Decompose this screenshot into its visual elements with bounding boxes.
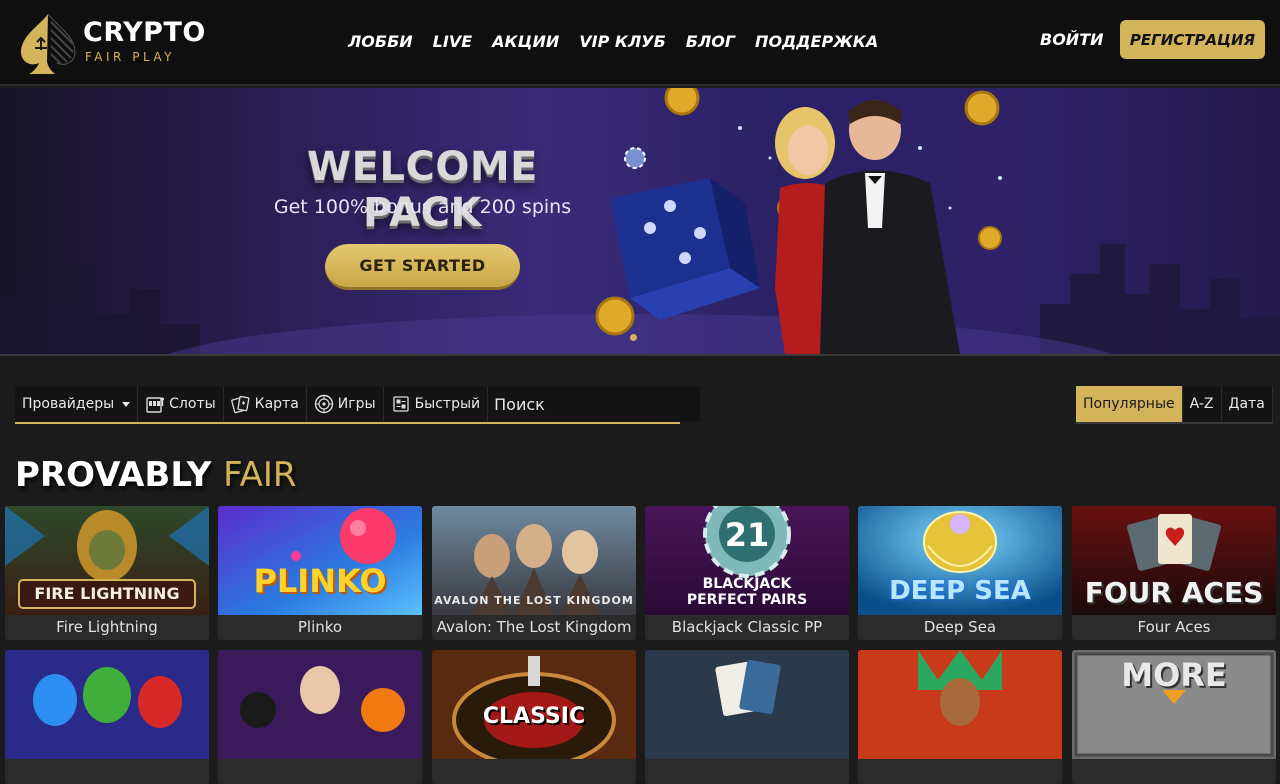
nav-lobby[interactable]: ЛОББИ (348, 30, 413, 56)
nav-blog[interactable]: БЛОГ (686, 30, 735, 56)
filter-slots[interactable]: Слоты (138, 386, 224, 422)
casino-couple-image (595, 88, 1002, 354)
sort-a-z[interactable]: A-Z (1183, 386, 1222, 422)
banner-title: WELCOME PACK (307, 144, 538, 236)
nav-promotions[interactable]: АКЦИИ (492, 30, 559, 56)
game-art-text: FIRE LIGHTNING (34, 584, 180, 603)
get-started-button[interactable]: GET STARTED (325, 244, 520, 290)
game-art-text: AVALON THE LOST KINGDOM (434, 594, 634, 607)
game-card-deep-sea[interactable]: DEEP SEA Deep Sea (858, 506, 1062, 640)
banner-pagination (630, 334, 637, 341)
sort-popular[interactable]: Популярные (1076, 386, 1183, 422)
game-thumbnail (858, 650, 1062, 759)
logo-title: CRYPTO (83, 17, 206, 48)
divider (0, 354, 1280, 356)
game-card-four-aces[interactable]: FOUR ACES Four Aces (1072, 506, 1276, 640)
roulette-icon (314, 394, 333, 414)
banner-subtitle: Get 100% bonus and 200 spins (273, 196, 572, 218)
register-button[interactable]: РЕГИСТРАЦИЯ (1120, 20, 1265, 59)
slot-machine-icon (146, 397, 165, 413)
game-card-more[interactable]: MORE (1072, 650, 1276, 784)
game-card[interactable] (858, 650, 1062, 784)
filter-games[interactable]: Игры (307, 386, 384, 422)
logo-subtitle: FAIR PLAY (85, 50, 176, 64)
site-header: CRYPTO FAIR PLAY ЛОББИ LIVE АКЦИИ VIP КЛ… (0, 0, 1280, 86)
game-card-fire-lightning[interactable]: FIRE LIGHTNING Fire Lightning (5, 506, 209, 640)
filter-cards[interactable]: Карта (224, 386, 307, 422)
game-title: Plinko (297, 618, 343, 636)
search-input[interactable] (488, 386, 701, 422)
filter-cards-label: Карта (254, 396, 299, 412)
caret-down-icon (122, 401, 131, 407)
game-thumbnail (218, 650, 422, 759)
game-filter-bar: Провайдеры Слоты Карта Игры Быстрый Поис… (15, 386, 701, 424)
filter-fast[interactable]: Быстрый (384, 386, 489, 422)
spade-logo-icon (21, 13, 76, 74)
section-title-accent: FAIR (223, 455, 297, 495)
filter-games-label: Игры (337, 396, 376, 412)
game-thumbnail (5, 650, 209, 759)
nav-live[interactable]: LIVE (433, 30, 472, 56)
providers-label: Провайдеры (22, 396, 115, 412)
game-title: Blackjack Classic PP (671, 618, 823, 636)
game-art-text: PLINKO (253, 562, 387, 600)
game-art-text: CLASSIC (482, 704, 586, 729)
nav-support[interactable]: ПОДДЕРЖКА (755, 30, 878, 56)
game-card-plinko[interactable]: PLINKO Plinko (218, 506, 422, 640)
game-art-text: MORE (1121, 656, 1227, 694)
filter-fast-label: Быстрый (414, 396, 481, 412)
main-nav: ЛОББИ LIVE АКЦИИ VIP КЛУБ БЛОГ ПОДДЕРЖКА (338, 30, 888, 56)
nav-vip-club[interactable]: VIP КЛУБ (579, 30, 666, 56)
sort-date[interactable]: Дата (1222, 386, 1273, 422)
login-button[interactable]: ВОЙТИ (1040, 28, 1104, 52)
game-art-text: FOUR ACES (1084, 576, 1264, 609)
game-title: Four Aces (1137, 618, 1211, 636)
providers-dropdown[interactable]: Провайдеры (15, 386, 139, 422)
svg-text:21: 21 (725, 516, 770, 554)
game-title: Deep Sea (923, 618, 997, 636)
game-card-blackjack[interactable]: 21 BLACKJACK PERFECT PAIRS Blackjack Cla… (645, 506, 849, 640)
game-title: Avalon: The Lost Kingdom (436, 618, 632, 636)
sort-bar: Популярные A-Z Дата (1076, 386, 1273, 424)
game-card[interactable] (5, 650, 209, 784)
game-art-text: BLACKJACK PERFECT PAIRS (686, 576, 808, 608)
section-title-main: PROVABLY (15, 455, 212, 495)
game-title: Fire Lightning (56, 618, 158, 636)
game-card[interactable] (645, 650, 849, 784)
game-card-classic-roulette[interactable]: CLASSIC (432, 650, 636, 784)
banner-dot[interactable] (630, 334, 637, 341)
game-card-avalon[interactable]: AVALON THE LOST KINGDOM Avalon: The Lost… (432, 506, 636, 640)
promo-banner[interactable]: WELCOME PACK Get 100% bonus and 200 spin… (0, 88, 1280, 354)
logo[interactable]: CRYPTO FAIR PLAY (15, 10, 205, 76)
cards-icon (230, 395, 250, 414)
game-thumbnail (645, 650, 849, 759)
fast-game-icon (392, 396, 409, 412)
game-art-text: DEEP SEA (889, 576, 1031, 606)
game-card[interactable] (218, 650, 422, 784)
section-title: PROVABLY FAIR (15, 454, 297, 496)
filter-slots-label: Слоты (169, 396, 216, 412)
